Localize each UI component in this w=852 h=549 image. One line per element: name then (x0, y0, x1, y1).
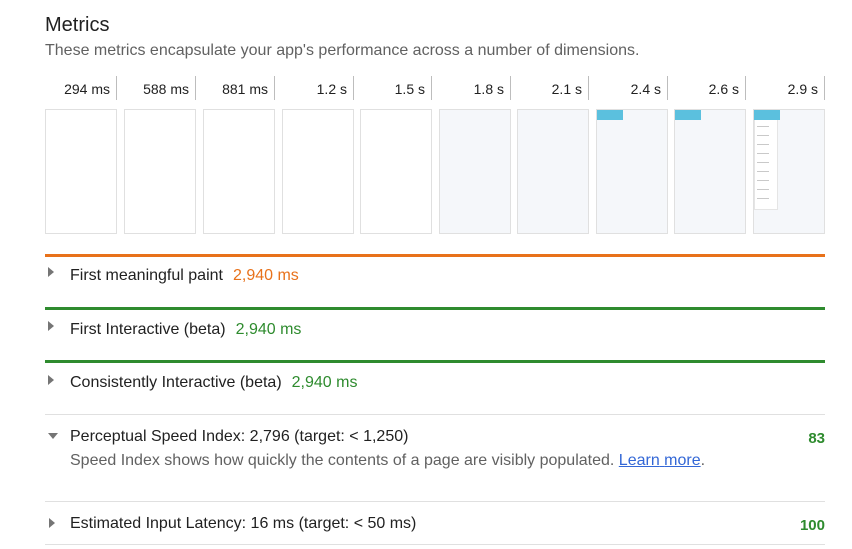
filmstrip-frame (203, 109, 275, 234)
expand-caret-icon[interactable] (48, 375, 54, 385)
expand-caret-icon[interactable] (48, 267, 54, 277)
timeline-tick: 1.2 s (282, 76, 354, 100)
filmstrip-frame (596, 109, 668, 234)
expand-caret-icon[interactable] (49, 518, 55, 528)
rendered-page-thumbnail (754, 110, 778, 210)
metric-consistently-interactive[interactable]: Consistently Interactive (beta) 2,940 ms (45, 360, 825, 414)
timeline-tick: 2.6 s (674, 76, 746, 100)
audit-score: 100 (799, 517, 825, 534)
metric-value: 2,940 ms (291, 374, 358, 391)
timeline-tick: 2.4 s (596, 76, 668, 100)
metric-first-interactive[interactable]: First Interactive (beta) 2,940 ms (45, 307, 825, 361)
expand-caret-icon[interactable] (48, 321, 54, 331)
filmstrip (45, 109, 825, 234)
timeline-tick: 881 ms (203, 76, 275, 100)
timeline-tick: 588 ms (124, 76, 196, 100)
metric-bar (45, 254, 825, 257)
metric-bar (45, 307, 825, 310)
metric-label: First Interactive (beta) (70, 321, 226, 338)
app-header-bar (754, 110, 780, 120)
timeline-tick: 2.9 s (753, 76, 825, 100)
audit-label: Estimated Input Latency: 16 ms (target: … (70, 515, 417, 532)
filmstrip-frame (282, 109, 354, 234)
metric-bar (45, 360, 825, 363)
filmstrip-frame (674, 109, 746, 234)
metric-value: 2,940 ms (232, 267, 299, 284)
metric-label: Consistently Interactive (beta) (70, 374, 282, 391)
audit-score: 83 (808, 430, 825, 447)
metric-first-meaningful-paint[interactable]: First meaningful paint 2,940 ms (45, 254, 825, 308)
audit-estimated-input-latency[interactable]: Estimated Input Latency: 16 ms (target: … (45, 502, 825, 544)
timeline-tick: 1.5 s (360, 76, 432, 100)
filmstrip-frame (360, 109, 432, 234)
app-header-bar (675, 110, 701, 120)
app-header-bar (597, 110, 623, 120)
filmstrip-frame (517, 109, 589, 234)
audit-label: Perceptual Speed Index: 2,796 (target: <… (70, 428, 409, 445)
filmstrip-frame (753, 109, 825, 234)
filmstrip-timeline: 294 ms 588 ms 881 ms 1.2 s 1.5 s 1.8 s 2… (45, 76, 825, 100)
metric-label: First meaningful paint (70, 267, 223, 284)
metric-value: 2,940 ms (235, 321, 302, 338)
section-title: Metrics (45, 14, 110, 36)
timeline-tick: 1.8 s (439, 76, 511, 100)
divider (45, 544, 825, 545)
filmstrip-frame (45, 109, 117, 234)
timeline-tick: 2.1 s (517, 76, 589, 100)
collapse-caret-icon[interactable] (48, 433, 58, 439)
filmstrip-frame (124, 109, 196, 234)
audit-description: Speed Index shows how quickly the conten… (70, 452, 706, 469)
filmstrip-frame (439, 109, 511, 234)
section-subtitle: These metrics encapsulate your app's per… (45, 42, 640, 59)
learn-more-link[interactable]: Learn more (619, 452, 701, 469)
timeline-tick: 294 ms (45, 76, 117, 100)
